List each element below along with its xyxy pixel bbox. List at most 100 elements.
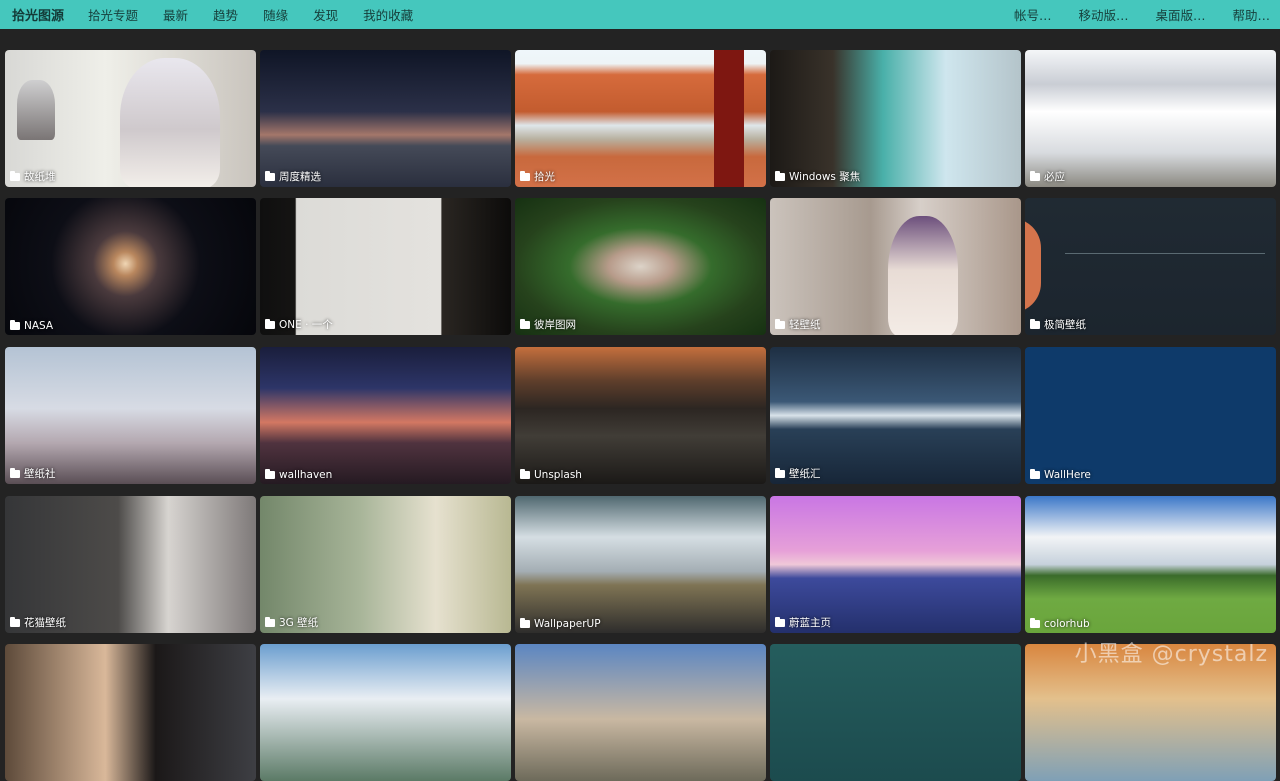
folder-icon bbox=[775, 619, 785, 627]
card-caption: 3G 壁纸 bbox=[265, 615, 318, 630]
source-card[interactable]: 拾光 bbox=[515, 50, 766, 187]
brand-logo-text[interactable]: 拾光图源 bbox=[12, 5, 64, 24]
card-thumbnail bbox=[770, 50, 1021, 187]
card-caption: NASA bbox=[10, 320, 53, 332]
card-caption: 必应 bbox=[1030, 169, 1065, 184]
folder-icon bbox=[10, 322, 20, 330]
card-thumbnail bbox=[515, 50, 766, 187]
card-thumbnail bbox=[5, 347, 256, 484]
folder-icon bbox=[775, 321, 785, 329]
card-thumbnail bbox=[1025, 496, 1276, 633]
card-label: 故纸堆 bbox=[24, 169, 56, 184]
card-caption: wallhaven bbox=[265, 469, 332, 481]
source-card[interactable]: 轻壁纸 bbox=[770, 198, 1021, 335]
card-label: 蔚蓝主页 bbox=[789, 615, 831, 630]
card-label: WallpaperUP bbox=[534, 618, 601, 630]
source-card[interactable]: colorhub bbox=[1025, 496, 1276, 633]
card-thumbnail bbox=[515, 644, 766, 781]
source-card[interactable]: 彼岸图网 bbox=[515, 198, 766, 335]
source-card[interactable]: WallpaperUP bbox=[515, 496, 766, 633]
card-label: 壁纸社 bbox=[24, 466, 56, 481]
card-thumbnail bbox=[770, 347, 1021, 484]
source-card[interactable]: 壁纸社 bbox=[5, 347, 256, 484]
folder-icon bbox=[265, 471, 275, 479]
nav-item-random[interactable]: 随缘 bbox=[263, 5, 288, 24]
card-label: WallHere bbox=[1044, 469, 1091, 481]
source-card[interactable]: WallHere bbox=[1025, 347, 1276, 484]
source-card[interactable]: 壁纸汇 bbox=[770, 347, 1021, 484]
card-thumbnail bbox=[260, 198, 511, 335]
card-caption: WallHere bbox=[1030, 469, 1091, 481]
card-label: Unsplash bbox=[534, 469, 582, 481]
card-caption: colorhub bbox=[1030, 618, 1090, 630]
card-thumbnail bbox=[260, 496, 511, 633]
source-card[interactable] bbox=[5, 644, 256, 781]
source-card[interactable] bbox=[515, 644, 766, 781]
card-label: 必应 bbox=[1044, 169, 1065, 184]
card-thumbnail bbox=[770, 198, 1021, 335]
folder-icon bbox=[1030, 620, 1040, 628]
nav-item-account[interactable]: 帐号… bbox=[1014, 5, 1052, 24]
card-caption: 蔚蓝主页 bbox=[775, 615, 831, 630]
nav-item-trending[interactable]: 趋势 bbox=[213, 5, 238, 24]
card-label: 轻壁纸 bbox=[789, 317, 821, 332]
source-card[interactable]: Windows 聚焦 bbox=[770, 50, 1021, 187]
source-card[interactable]: 故纸堆 bbox=[5, 50, 256, 187]
card-label: ONE · 一个 bbox=[279, 317, 333, 332]
card-caption: Windows 聚焦 bbox=[775, 169, 860, 184]
card-thumbnail bbox=[515, 347, 766, 484]
card-thumbnail bbox=[260, 644, 511, 781]
folder-icon bbox=[775, 470, 785, 478]
right-nav: 帐号… 移动版… 桌面版… 帮助… bbox=[987, 0, 1270, 29]
card-caption: WallpaperUP bbox=[520, 618, 601, 630]
nav-item-help[interactable]: 帮助… bbox=[1232, 5, 1270, 24]
card-label: 彼岸图网 bbox=[534, 317, 576, 332]
card-label: Windows 聚焦 bbox=[789, 169, 860, 184]
source-card[interactable]: Unsplash bbox=[515, 347, 766, 484]
card-caption: 彼岸图网 bbox=[520, 317, 576, 332]
source-card[interactable] bbox=[260, 644, 511, 781]
card-label: colorhub bbox=[1044, 618, 1090, 630]
nav-item-special-topics[interactable]: 拾光专题 bbox=[88, 5, 138, 24]
card-label: wallhaven bbox=[279, 469, 332, 481]
nav-item-latest[interactable]: 最新 bbox=[163, 5, 188, 24]
card-caption: 拾光 bbox=[520, 169, 555, 184]
card-caption: 极简壁纸 bbox=[1030, 317, 1086, 332]
card-thumbnail bbox=[5, 644, 256, 781]
source-card[interactable]: NASA bbox=[5, 198, 256, 335]
source-card[interactable]: 必应 bbox=[1025, 50, 1276, 187]
card-label: 壁纸汇 bbox=[789, 466, 821, 481]
source-card[interactable]: 周度精选 bbox=[260, 50, 511, 187]
card-thumbnail bbox=[770, 496, 1021, 633]
source-card[interactable]: 蔚蓝主页 bbox=[770, 496, 1021, 633]
source-card[interactable]: wallhaven bbox=[260, 347, 511, 484]
card-thumbnail bbox=[260, 50, 511, 187]
card-thumbnail bbox=[5, 50, 256, 187]
card-caption: 故纸堆 bbox=[10, 169, 56, 184]
card-thumbnail bbox=[5, 496, 256, 633]
folder-icon bbox=[10, 173, 20, 181]
main-nav: 拾光专题 最新 趋势 随缘 发现 我的收藏 bbox=[88, 5, 438, 24]
source-card[interactable]: 3G 壁纸 bbox=[260, 496, 511, 633]
folder-icon bbox=[1030, 471, 1040, 479]
folder-icon bbox=[10, 619, 20, 627]
nav-item-discover[interactable]: 发现 bbox=[313, 5, 338, 24]
source-card[interactable]: 极简壁纸 bbox=[1025, 198, 1276, 335]
card-thumbnail bbox=[1025, 347, 1276, 484]
card-thumbnail bbox=[770, 644, 1021, 781]
card-caption: 壁纸社 bbox=[10, 466, 56, 481]
top-navbar: 拾光图源 拾光专题 最新 趋势 随缘 发现 我的收藏 帐号… 移动版… 桌面版…… bbox=[0, 0, 1280, 29]
source-card[interactable]: 花猫壁纸 bbox=[5, 496, 256, 633]
folder-icon bbox=[520, 321, 530, 329]
nav-item-mobile[interactable]: 移动版… bbox=[1078, 5, 1128, 24]
folder-icon bbox=[265, 321, 275, 329]
source-card[interactable] bbox=[770, 644, 1021, 781]
card-thumbnail bbox=[1025, 50, 1276, 187]
card-label: 拾光 bbox=[534, 169, 555, 184]
card-label: 极简壁纸 bbox=[1044, 317, 1086, 332]
nav-item-favorites[interactable]: 我的收藏 bbox=[363, 5, 413, 24]
folder-icon bbox=[775, 173, 785, 181]
source-card[interactable]: ONE · 一个 bbox=[260, 198, 511, 335]
folder-icon bbox=[520, 173, 530, 181]
nav-item-desktop[interactable]: 桌面版… bbox=[1155, 5, 1205, 24]
